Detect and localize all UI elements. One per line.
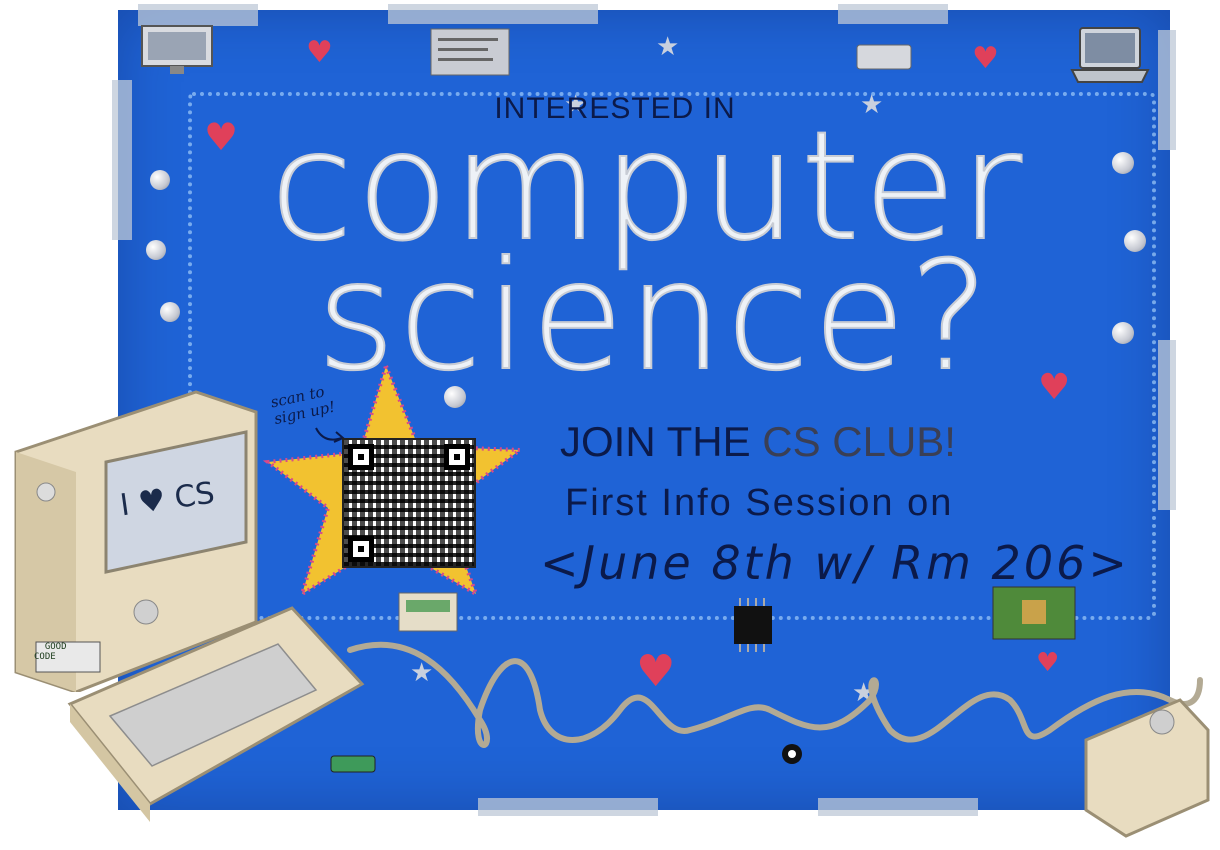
info-session-line: First Info Session on	[565, 482, 954, 524]
silver-gem	[1112, 152, 1134, 174]
silver-gem	[160, 302, 180, 322]
club-name: CS CLUB!	[762, 418, 956, 465]
heart-icon: ♥	[306, 35, 333, 70]
qr-code[interactable]	[342, 438, 476, 568]
silver-gem	[1124, 230, 1146, 252]
join-prefix: JOIN THE	[560, 418, 763, 465]
silver-gem	[150, 170, 170, 190]
laptop-icon	[1070, 27, 1150, 83]
tape-strip	[138, 4, 258, 26]
monitor-sticker	[141, 25, 213, 74]
tape-strip	[478, 798, 658, 816]
heart-icon: ♥	[204, 115, 239, 159]
tape-strip	[112, 80, 132, 240]
cable-yarn	[347, 641, 1203, 748]
qr-finder	[348, 536, 374, 562]
join-line: JOIN THE CS CLUB!	[560, 418, 956, 466]
qr-finder	[444, 444, 470, 470]
keyboard-sticker	[856, 44, 912, 70]
keyboard	[67, 606, 365, 822]
heart-icon: ♥	[972, 41, 999, 76]
date-room-line: <June 8th w/ Rm 206>	[540, 536, 1130, 590]
code-sticker-text: GOOD CODE	[34, 642, 67, 662]
mouse	[1084, 698, 1210, 838]
silver-gem	[146, 240, 166, 260]
tape-strip	[388, 4, 598, 24]
tape-strip	[1158, 30, 1176, 150]
tape-strip	[818, 798, 978, 816]
qr-finder	[348, 444, 374, 470]
tape-strip	[838, 4, 948, 24]
silver-gem	[1112, 322, 1134, 344]
checklist-sticker	[430, 28, 510, 76]
tape-strip	[1158, 340, 1176, 510]
star-icon: ★	[656, 32, 680, 62]
